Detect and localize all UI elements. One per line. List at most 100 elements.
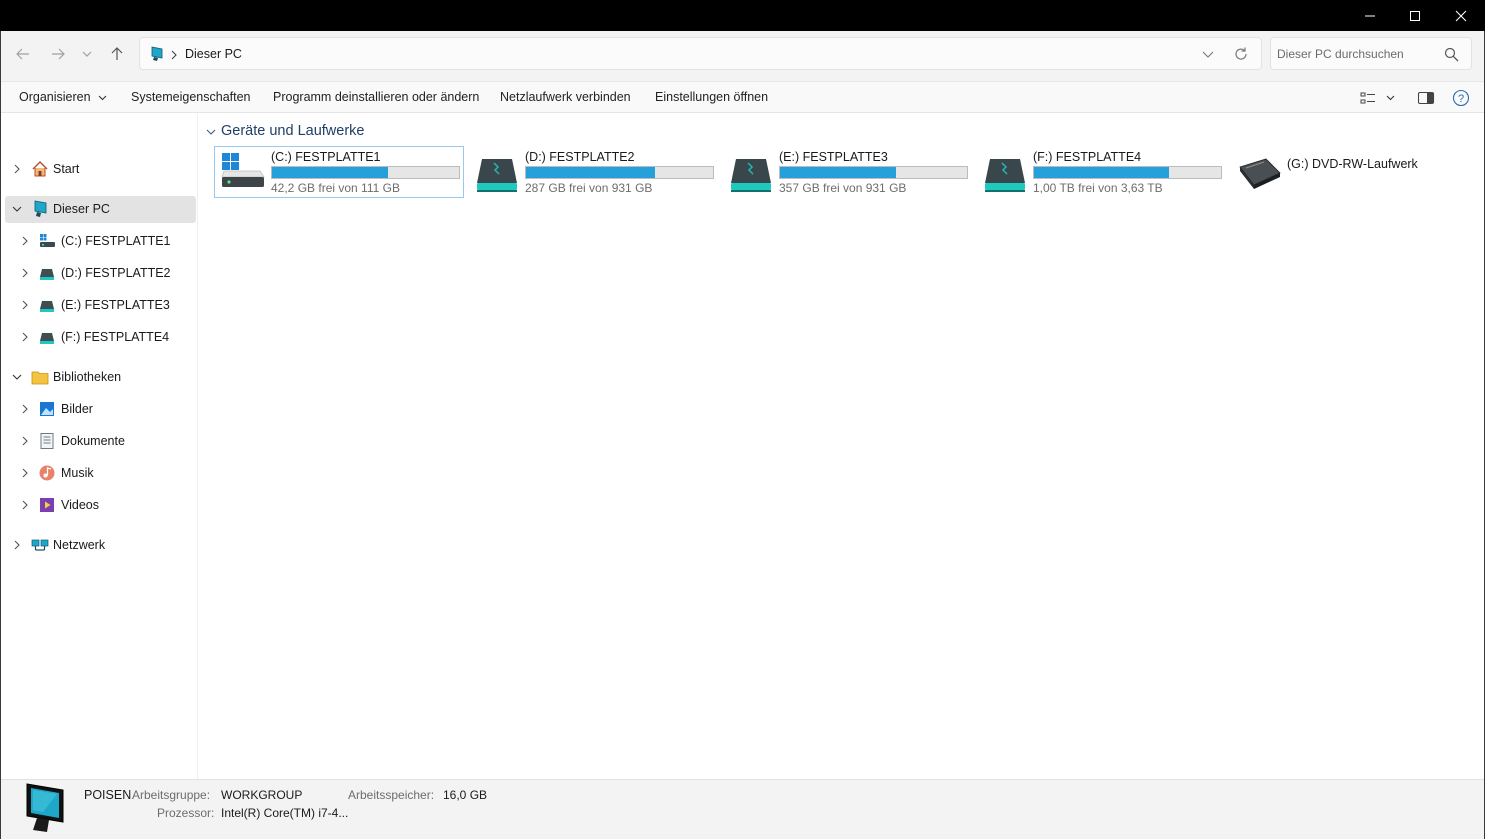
sidebar-item-drive-d[interactable]: (D:) FESTPLATTE2 bbox=[5, 260, 196, 287]
drive-usage-bar bbox=[779, 166, 968, 179]
organize-label: Organisieren bbox=[19, 90, 91, 104]
computer-icon bbox=[34, 200, 47, 217]
forward-button[interactable] bbox=[44, 41, 72, 67]
sidebar-item-music[interactable]: Musik bbox=[5, 460, 196, 487]
refresh-icon[interactable] bbox=[1233, 46, 1249, 62]
breadcrumb-location[interactable]: Dieser PC bbox=[185, 47, 242, 61]
sidebar-item-libraries[interactable]: Bibliotheken bbox=[5, 364, 196, 391]
title-bar bbox=[0, 0, 1485, 31]
drive-tile-c[interactable]: (C:) FESTPLATTE1 42,2 GB frei von 111 GB bbox=[214, 146, 464, 198]
sidebar-item-drive-e[interactable]: (E:) FESTPLATTE3 bbox=[5, 292, 196, 319]
chevron-right-icon[interactable] bbox=[19, 435, 31, 447]
chevron-right-icon[interactable] bbox=[19, 403, 31, 415]
drive-usage-bar bbox=[525, 166, 714, 179]
chevron-right-icon[interactable] bbox=[19, 499, 31, 511]
sidebar-item-this-pc[interactable]: Dieser PC bbox=[5, 196, 196, 223]
sidebar-item-drive-c[interactable]: (C:) FESTPLATTE1 bbox=[5, 228, 196, 255]
computer-name: POISEN bbox=[84, 788, 132, 802]
drive-usage-fill bbox=[272, 167, 388, 178]
sidebar-item-label: (E:) FESTPLATTE3 bbox=[61, 298, 170, 312]
hard-drive-icon bbox=[985, 159, 1025, 192]
sidebar-item-drive-f[interactable]: (F:) FESTPLATTE4 bbox=[5, 324, 196, 351]
address-row: Dieser PC bbox=[1, 31, 1484, 81]
close-icon bbox=[1455, 10, 1467, 21]
sidebar-item-label: Dokumente bbox=[61, 434, 125, 448]
pictures-icon bbox=[40, 402, 54, 416]
processor-value: Intel(R) Core(TM) i7-4... bbox=[221, 806, 349, 820]
drive-tile-e[interactable]: (E:) FESTPLATTE3 357 GB frei von 931 GB bbox=[722, 146, 972, 198]
chevron-right-icon[interactable] bbox=[19, 331, 31, 343]
chevron-down-icon[interactable] bbox=[1202, 50, 1214, 60]
command-bar: Organisieren Systemeigenschaften Program… bbox=[1, 81, 1484, 113]
drive-tile-g[interactable]: (G:) DVD-RW-Laufwerk bbox=[1230, 146, 1480, 198]
sidebar-item-label: (D:) FESTPLATTE2 bbox=[61, 266, 171, 280]
chevron-down-icon bbox=[82, 51, 92, 57]
chevron-down-icon[interactable] bbox=[205, 126, 217, 138]
close-button[interactable] bbox=[1438, 0, 1484, 31]
organize-menu[interactable]: Organisieren bbox=[19, 90, 107, 104]
arrow-up-icon bbox=[111, 47, 123, 60]
chevron-right-icon[interactable] bbox=[19, 467, 31, 479]
uninstall-program-button[interactable]: Programm deinstallieren oder ändern bbox=[273, 90, 479, 104]
system-properties-button[interactable]: Systemeigenschaften bbox=[131, 90, 251, 104]
drive-tile-f[interactable]: (F:) FESTPLATTE4 1,00 TB frei von 3,63 T… bbox=[976, 146, 1226, 198]
maximize-icon bbox=[1410, 10, 1420, 21]
help-icon[interactable]: ? bbox=[1452, 89, 1470, 107]
computer-icon bbox=[151, 46, 163, 61]
processor-label: Prozessor: bbox=[157, 806, 215, 820]
chevron-right-icon[interactable] bbox=[19, 267, 31, 279]
minimize-button[interactable] bbox=[1347, 0, 1393, 31]
map-network-drive-button[interactable]: Netzlaufwerk verbinden bbox=[500, 90, 631, 104]
sidebar-item-documents[interactable]: Dokumente bbox=[5, 428, 196, 455]
hard-drive-icon bbox=[40, 269, 54, 280]
chevron-right-icon[interactable] bbox=[19, 299, 31, 311]
sidebar-item-label: Musik bbox=[61, 466, 94, 480]
home-icon bbox=[32, 161, 48, 177]
memory-label: Arbeitsspeicher: bbox=[348, 788, 435, 802]
sidebar-item-label: Bibliotheken bbox=[53, 370, 122, 384]
documents-icon bbox=[40, 433, 54, 449]
chevron-right-icon[interactable] bbox=[11, 539, 23, 551]
sidebar-item-label: Videos bbox=[61, 498, 99, 512]
drive-tile-d[interactable]: (D:) FESTPLATTE2 287 GB frei von 931 GB bbox=[468, 146, 718, 198]
recent-locations-button[interactable] bbox=[75, 41, 99, 67]
drive-free-space: 42,2 GB frei von 111 GB bbox=[271, 181, 400, 195]
content-area: Geräte und Laufwerke (C:) FESTPLATTE1 42… bbox=[199, 114, 1484, 779]
search-icon[interactable] bbox=[1444, 47, 1459, 62]
drive-usage-fill bbox=[526, 167, 656, 178]
drive-name: (F:) FESTPLATTE4 bbox=[1033, 150, 1142, 164]
hard-drive-icon bbox=[477, 159, 517, 192]
sidebar-item-pictures[interactable]: Bilder bbox=[5, 396, 196, 423]
back-button[interactable] bbox=[9, 41, 37, 67]
memory-value: 16,0 GB bbox=[443, 788, 488, 802]
navigation-pane: Start Dieser PC (C:) FESTPLATTE1 (D:) FE… bbox=[1, 114, 198, 779]
preview-pane-icon[interactable] bbox=[1417, 90, 1435, 106]
view-options-button[interactable] bbox=[1359, 89, 1399, 107]
computer-icon bbox=[26, 783, 64, 832]
chevron-right-icon[interactable] bbox=[11, 163, 23, 175]
explorer-window: Dieser PC Organisieren Systemeigenschaft… bbox=[0, 31, 1485, 839]
chevron-down-icon[interactable] bbox=[11, 203, 23, 215]
chevron-right-icon[interactable] bbox=[19, 235, 31, 247]
maximize-button[interactable] bbox=[1392, 0, 1438, 31]
sidebar-item-network[interactable]: Netzwerk bbox=[5, 532, 196, 559]
hard-drive-icon bbox=[40, 333, 54, 344]
arrow-left-icon bbox=[16, 48, 29, 60]
address-bar[interactable]: Dieser PC bbox=[139, 37, 1262, 70]
drive-name: (C:) FESTPLATTE1 bbox=[271, 150, 381, 164]
windows-drive-icon bbox=[40, 234, 55, 247]
hard-drive-icon bbox=[731, 159, 771, 192]
search-box[interactable] bbox=[1270, 37, 1472, 70]
drive-usage-bar bbox=[1033, 166, 1222, 179]
sidebar-item-label: (F:) FESTPLATTE4 bbox=[61, 330, 170, 344]
sidebar-item-videos[interactable]: Videos bbox=[5, 492, 196, 519]
search-input[interactable] bbox=[1277, 44, 1437, 64]
chevron-down-icon bbox=[1386, 95, 1395, 101]
sidebar-item-start[interactable]: Start bbox=[5, 156, 196, 183]
open-settings-button[interactable]: Einstellungen öffnen bbox=[655, 90, 768, 104]
details-pane: POISEN Arbeitsgruppe: WORKGROUP Arbeitss… bbox=[1, 779, 1484, 839]
up-button[interactable] bbox=[103, 41, 131, 67]
chevron-down-icon[interactable] bbox=[11, 371, 23, 383]
sidebar-item-label: Bilder bbox=[61, 402, 93, 416]
network-icon bbox=[31, 539, 49, 551]
